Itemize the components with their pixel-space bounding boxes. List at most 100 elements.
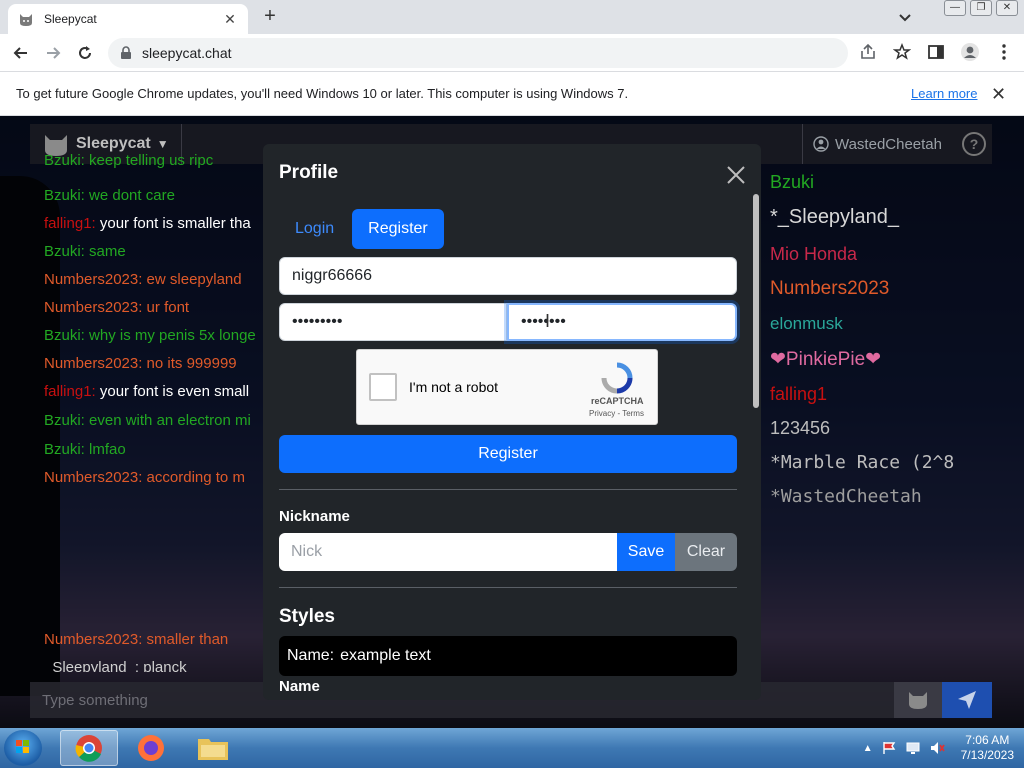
action-center-flag-icon[interactable]: [881, 740, 897, 756]
clear-nickname-button[interactable]: Clear: [675, 533, 737, 571]
tab-search-chevron-icon[interactable]: [896, 8, 914, 26]
browser-tab[interactable]: Sleepycat ✕: [8, 4, 248, 34]
modal-scrollbar-thumb[interactable]: [753, 194, 759, 408]
name-style-label: Name: [279, 678, 320, 695]
chat-text: even with an electron mi: [84, 412, 251, 429]
back-icon[interactable]: [10, 42, 32, 64]
address-bar[interactable]: sleepycat.chat: [108, 38, 848, 68]
share-icon[interactable]: [858, 42, 878, 62]
chat-nick[interactable]: Numbers2023:: [44, 271, 142, 288]
reload-icon[interactable]: [74, 42, 96, 64]
user-icon: [813, 136, 829, 152]
tab-close-icon[interactable]: ✕: [222, 11, 238, 28]
taskbar-explorer[interactable]: [184, 730, 242, 766]
chat-nick[interactable]: Numbers2023:: [44, 355, 142, 372]
bookmark-star-icon[interactable]: [892, 42, 912, 62]
confirm-password-field[interactable]: •••••••• I: [507, 303, 737, 341]
chat-message: Bzuki: keep telling us ripc: [44, 152, 213, 169]
forward-icon[interactable]: [42, 42, 64, 64]
user-list-item[interactable]: ❤PinkiePie❤: [770, 348, 881, 371]
chat-nick[interactable]: Numbers2023:: [44, 631, 142, 648]
user-list-item[interactable]: *Marble Race (2^8: [770, 452, 954, 473]
lock-icon[interactable]: [120, 46, 132, 60]
more-menu-icon[interactable]: [994, 42, 1014, 62]
new-tab-icon[interactable]: +: [260, 6, 280, 26]
chat-text: lmfao: [84, 441, 126, 458]
chat-nick[interactable]: Bzuki:: [44, 412, 85, 429]
send-button[interactable]: [942, 682, 992, 718]
chat-message: Numbers2023: according to m: [44, 469, 245, 486]
chat-message: _Sleepyland_: planck: [44, 659, 187, 672]
tray-expand-icon[interactable]: ▲: [863, 743, 873, 754]
start-button[interactable]: [4, 730, 42, 766]
chat-message: Numbers2023: ur font: [44, 299, 189, 316]
chat-nick[interactable]: falling1:: [44, 383, 96, 400]
recaptcha-checkbox[interactable]: [369, 373, 397, 401]
modal-close-icon[interactable]: [725, 164, 747, 186]
recaptcha-terms-link[interactable]: Privacy - Terms: [589, 409, 644, 418]
chat-nick[interactable]: Bzuki:: [44, 187, 85, 204]
user-list-item[interactable]: Mio Honda: [770, 244, 857, 265]
minimize-icon[interactable]: —: [944, 0, 966, 16]
user-list-item[interactable]: elonmusk: [770, 314, 843, 334]
tab-register[interactable]: Register: [352, 209, 444, 249]
chat-nick[interactable]: _Sleepyland_:: [44, 659, 139, 672]
profile-avatar-icon[interactable]: [960, 42, 980, 62]
user-list-item[interactable]: *WastedCheetah: [770, 486, 922, 507]
message-placeholder: Type something: [42, 691, 148, 709]
nickname-group: Nick Save Clear: [279, 533, 737, 571]
chat-nick[interactable]: Bzuki:: [44, 152, 85, 169]
chat-nick[interactable]: Bzuki:: [44, 327, 85, 344]
user-list-item[interactable]: *_Sleepyland_: [770, 206, 899, 229]
taskbar-chrome[interactable]: [60, 730, 118, 766]
user-menu[interactable]: WastedCheetah: [801, 124, 952, 164]
preview-name: Name:: [287, 647, 335, 664]
chat-text: we dont care: [84, 187, 175, 204]
taskbar-firefox[interactable]: [122, 730, 180, 766]
divider: [279, 587, 737, 588]
cat-emoji-button[interactable]: [894, 682, 942, 718]
chat-text: no its 999999: [142, 355, 237, 372]
divider: [279, 489, 737, 490]
password-field[interactable]: •••••••••: [279, 303, 507, 341]
chat-message: Bzuki: even with an electron mi: [44, 412, 251, 429]
user-list-item[interactable]: Numbers2023: [770, 278, 889, 300]
chrome-icon: [75, 735, 102, 762]
username-field[interactable]: niggr66666: [279, 257, 737, 295]
user-list-item[interactable]: 123456: [770, 418, 830, 439]
nickname-label: Nickname: [279, 508, 350, 525]
learn-more-link[interactable]: Learn more: [911, 86, 977, 101]
system-clock[interactable]: 7:06 AM 7/13/2023: [961, 733, 1014, 763]
chat-nick[interactable]: Bzuki:: [44, 243, 85, 260]
firefox-icon: [138, 735, 164, 761]
chat-nick[interactable]: Bzuki:: [44, 441, 85, 458]
window-controls: — ❐ ✕: [944, 0, 1018, 16]
chat-nick[interactable]: falling1:: [44, 215, 96, 232]
tab-login[interactable]: Login: [279, 209, 350, 249]
restore-icon[interactable]: ❐: [970, 0, 992, 16]
user-list-item[interactable]: falling1: [770, 384, 827, 405]
window-close-icon[interactable]: ✕: [996, 0, 1018, 16]
chat-message: Bzuki: we dont care: [44, 187, 175, 204]
user-list-item[interactable]: Bzuki: [770, 172, 814, 193]
browser-tabstrip: Sleepycat ✕ + — ❐ ✕: [0, 0, 1024, 34]
chat-message: falling1: your font is smaller tha: [44, 215, 251, 232]
chat-message: Numbers2023: no its 999999: [44, 355, 237, 372]
confirm-password-value: ••••••••: [521, 313, 566, 330]
windows-taskbar: ▲ 7:06 AM 7/13/2023: [0, 728, 1024, 768]
infobar-close-icon[interactable]: ✕: [991, 84, 1006, 105]
styles-heading: Styles: [279, 606, 335, 627]
register-button[interactable]: Register: [279, 435, 737, 473]
side-panel-icon[interactable]: [926, 42, 946, 62]
volume-muted-icon[interactable]: [929, 740, 945, 756]
nickname-input[interactable]: Nick: [279, 533, 617, 571]
chat-nick[interactable]: Numbers2023:: [44, 469, 142, 486]
chat-nick[interactable]: Numbers2023:: [44, 299, 142, 316]
recaptcha-logo-icon: [601, 362, 633, 394]
text-cursor-icon: I: [545, 311, 551, 331]
chat-text: your font is even small: [95, 383, 250, 400]
network-icon[interactable]: [905, 740, 921, 756]
help-icon[interactable]: ?: [962, 132, 986, 156]
chat-text: ew sleepyland: [142, 271, 242, 288]
save-nickname-button[interactable]: Save: [617, 533, 675, 571]
